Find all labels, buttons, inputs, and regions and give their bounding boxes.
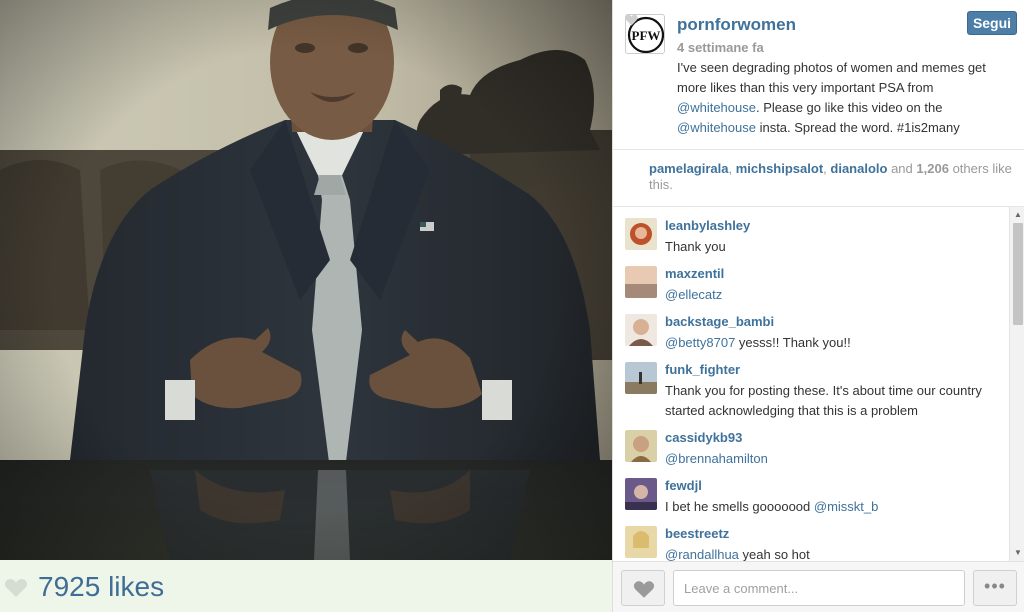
comment-username[interactable]: backstage_bambi: [665, 314, 774, 329]
liker-link[interactable]: dianalolo: [830, 161, 887, 176]
comment-text: Thank you for posting these. It's about …: [665, 381, 1005, 421]
comment-text: @brennahamilton: [665, 449, 1005, 469]
likers-count[interactable]: 1,206: [916, 161, 949, 176]
comment-input[interactable]: [673, 570, 965, 606]
comment-avatar[interactable]: [625, 478, 657, 510]
heart-icon: [625, 14, 638, 26]
follow-button[interactable]: Segui: [967, 11, 1017, 35]
comment-mention[interactable]: @brennahamilton: [665, 451, 768, 466]
comment-body: Thank you: [665, 239, 726, 254]
media-panel: 7925 likes: [0, 0, 612, 612]
caption-text: . Please go like this video on the: [755, 100, 943, 115]
photo-illustration: [0, 0, 612, 560]
liker-link[interactable]: pamelagirala: [649, 161, 729, 176]
liker-link[interactable]: michshipsalot: [736, 161, 823, 176]
more-options-button[interactable]: •••: [973, 570, 1017, 606]
comments-list[interactable]: leanbylashley Thank you maxzentil @ellec…: [613, 207, 1009, 561]
likes-count: 7925 likes: [38, 571, 165, 602]
comment-username[interactable]: cassidykb93: [665, 430, 742, 445]
like-button[interactable]: [621, 570, 665, 606]
post-header: PFW pornforwomen 4 settimane fa Segui I'…: [613, 0, 1024, 150]
post-sidebar: PFW pornforwomen 4 settimane fa Segui I'…: [612, 0, 1024, 612]
user-avatar-icon: [625, 526, 657, 558]
likers-text: pamelagirala, michshipsalot, dianalolo a…: [649, 161, 1012, 192]
post-photo[interactable]: [0, 0, 612, 560]
comment-username[interactable]: fewdjl: [665, 478, 702, 493]
comment-avatar[interactable]: [625, 266, 657, 298]
author-username[interactable]: pornforwomen: [677, 15, 796, 35]
likers-summary: pamelagirala, michshipsalot, dianalolo a…: [613, 150, 1024, 207]
comment-body: yeah so hot: [738, 547, 810, 561]
post-timestamp: 4 settimane fa: [677, 40, 764, 55]
svg-text:PFW: PFW: [632, 28, 661, 43]
comment-username[interactable]: leanbylashley: [665, 218, 750, 233]
scroll-down-arrow-icon[interactable]: ▼: [1010, 547, 1024, 559]
comment-avatar[interactable]: [625, 218, 657, 250]
comment-text: @betty8707 yesss!! Thank you!!: [665, 333, 1005, 353]
caption-mention[interactable]: @whitehouse: [677, 120, 756, 135]
caption-text: insta. Spread the word. #1is2many: [755, 120, 960, 135]
comment-avatar[interactable]: [625, 314, 657, 346]
user-avatar-icon: [625, 266, 657, 298]
comment-avatar[interactable]: [625, 362, 657, 394]
comment-text: Thank you: [665, 237, 1005, 257]
scroll-up-arrow-icon[interactable]: ▲: [1010, 209, 1024, 221]
comment-body: Thank you for posting these. It's about …: [665, 383, 982, 418]
user-avatar-icon: [625, 218, 657, 250]
comment-mention[interactable]: @betty8707: [665, 335, 735, 350]
comment-text: @randallhua yeah so hot: [665, 545, 1005, 561]
comment-username[interactable]: maxzentil: [665, 266, 724, 281]
comment-footer: •••: [613, 561, 1024, 612]
comment-mention[interactable]: @misskt_b: [814, 499, 879, 514]
comment-body: yesss!! Thank you!!: [735, 335, 851, 350]
comment-avatar[interactable]: [625, 526, 657, 558]
post-caption: I've seen degrading photos of women and …: [677, 58, 1017, 138]
caption-mention[interactable]: @whitehouse: [677, 100, 756, 115]
comment-text: @ellecatz: [665, 285, 1005, 305]
comment-text: I bet he smells gooooood @misskt_b: [665, 497, 1005, 517]
comments-scrollbar[interactable]: ▲ ▼: [1009, 207, 1024, 561]
comment-mention[interactable]: @ellecatz: [665, 287, 722, 302]
comment-mention[interactable]: @randallhua: [665, 547, 739, 561]
user-avatar-icon: [625, 478, 657, 510]
comment-avatar[interactable]: [625, 430, 657, 462]
user-avatar-icon: [625, 430, 657, 462]
user-avatar-icon: [625, 314, 657, 346]
user-avatar-icon: [625, 362, 657, 394]
scroll-thumb[interactable]: [1013, 223, 1023, 325]
caption-text: I've seen degrading photos of women and …: [677, 60, 986, 95]
comment-username[interactable]: funk_fighter: [665, 362, 740, 377]
comment-username[interactable]: beestreetz: [665, 526, 729, 541]
likers-and: and: [891, 161, 913, 176]
comment-body: I bet he smells gooooood: [665, 499, 814, 514]
heart-icon[interactable]: [4, 578, 28, 598]
heart-icon: [633, 581, 655, 598]
